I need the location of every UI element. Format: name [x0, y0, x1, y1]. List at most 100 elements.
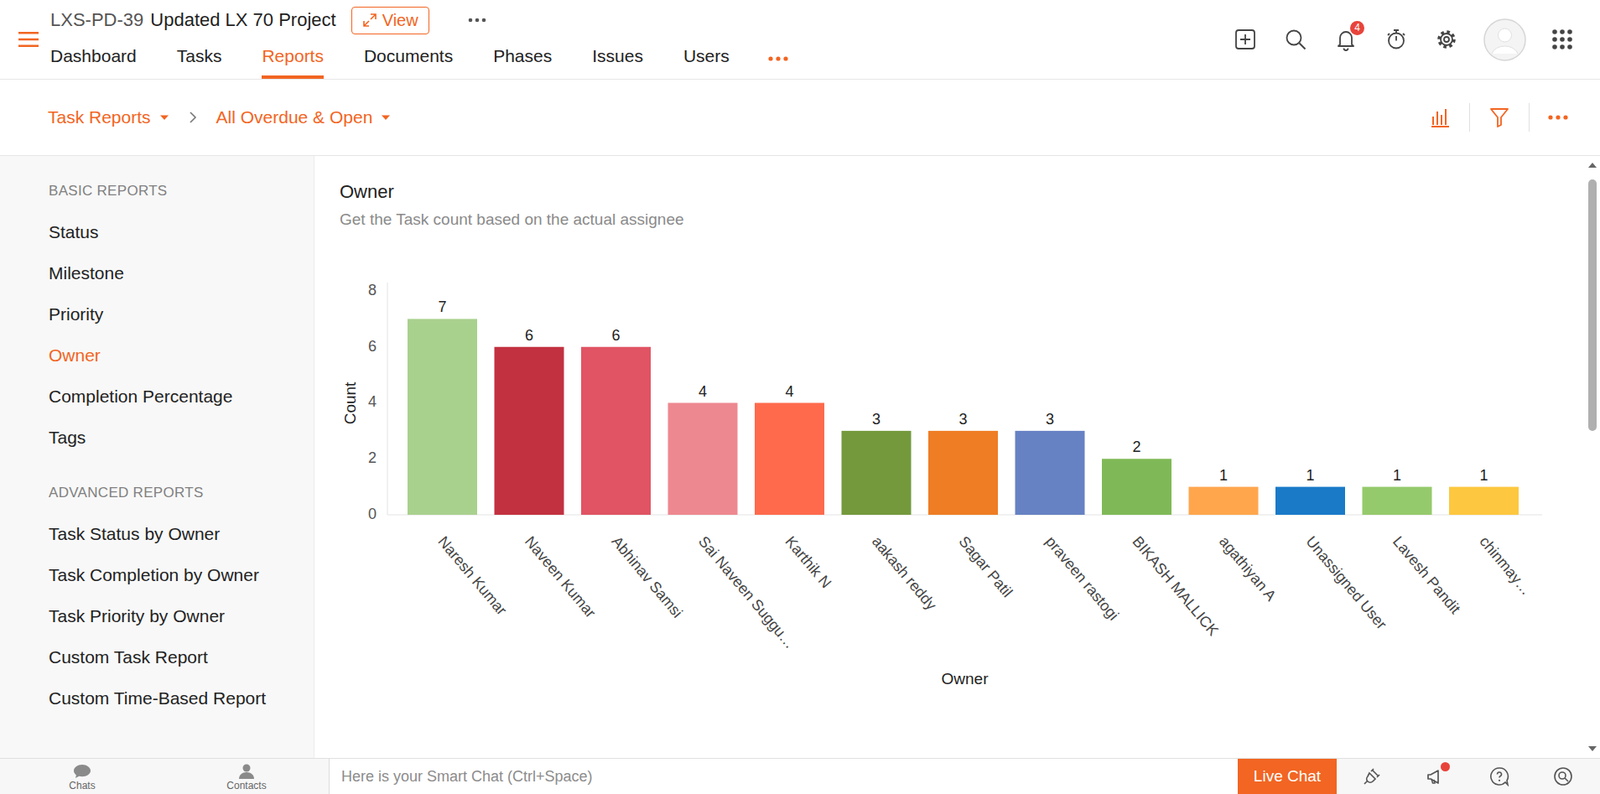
sidebar-section: BASIC REPORTS StatusMilestonePriorityOwn… [48, 181, 297, 458]
x-tick: aakash reddy [868, 533, 941, 614]
sidebar-item[interactable]: Task Status by Owner [48, 513, 297, 555]
bottom-bar: Chats Contacts Live Chat [0, 758, 1600, 794]
bar[interactable] [1449, 487, 1519, 515]
x-tick: Abhinav Samsi [607, 533, 686, 622]
scroll-thumb[interactable] [1588, 179, 1597, 432]
more-dots-icon [1548, 114, 1569, 120]
live-chat-button[interactable]: Live Chat [1237, 758, 1337, 794]
scroll-track[interactable] [1588, 172, 1597, 742]
scroll-up-icon[interactable] [1587, 161, 1598, 170]
unread-dot [1440, 762, 1450, 772]
bar[interactable] [1362, 487, 1433, 515]
apps-button[interactable] [1549, 26, 1575, 52]
nav-tab[interactable]: Users [683, 38, 730, 79]
plus-square-icon [1233, 27, 1258, 52]
bar[interactable] [407, 318, 478, 515]
sidebar-item[interactable]: Tags [48, 416, 297, 458]
bar[interactable] [668, 403, 738, 516]
search-button[interactable] [1282, 25, 1310, 53]
announcements-button[interactable] [1423, 764, 1448, 789]
sidebar-item[interactable]: Custom Time-Based Report [48, 677, 297, 719]
sidebar-item[interactable]: Status [48, 211, 297, 253]
x-tick: Unassigned User [1302, 533, 1390, 634]
sidebar-item[interactable]: Task Completion by Owner [48, 554, 297, 596]
separator [1528, 103, 1530, 132]
bar[interactable] [1101, 458, 1172, 515]
add-button[interactable] [1231, 25, 1259, 53]
chart-panel: Owner Get the Task count based on the ac… [314, 155, 1587, 759]
sidebar-item[interactable]: Owner [48, 334, 297, 376]
chat-search-button[interactable] [1551, 764, 1575, 789]
x-tick: Lavesh Pandit [1389, 533, 1465, 618]
filter-button[interactable] [1486, 104, 1512, 130]
report-type-dropdown[interactable]: Task Reports [47, 103, 170, 131]
scrollbar[interactable] [1586, 155, 1599, 759]
expand-icon [362, 12, 378, 28]
chart-type-button[interactable] [1427, 104, 1453, 130]
sidebar-item[interactable]: Completion Percentage [48, 375, 297, 417]
bar[interactable] [841, 431, 912, 515]
bar[interactable] [928, 431, 998, 515]
menu-button[interactable] [15, 0, 42, 79]
nav-tab[interactable]: Tasks [176, 38, 223, 79]
gear-icon [1434, 27, 1459, 52]
bar[interactable] [1015, 431, 1086, 515]
project-header: LXS-PD-39 Updated LX 70 Project View Das… [50, 0, 1232, 79]
more-dots-icon [768, 56, 789, 62]
chat-search-icon [1553, 766, 1574, 787]
project-code: LXS-PD-39 [50, 9, 144, 32]
x-tick: Sagar Patil [955, 533, 1016, 601]
nav-tab[interactable]: Dashboard [50, 38, 137, 79]
nav-more-button[interactable] [763, 38, 794, 79]
nav-tab[interactable]: Reports [261, 38, 324, 79]
sidebar-item[interactable]: Task Priority by Owner [48, 595, 297, 637]
breadcrumb: Task Reports All Overdue & Open [47, 103, 391, 131]
x-tick: BIKASH MALLICK [1128, 533, 1221, 639]
main-area: BASIC REPORTS StatusMilestonePriorityOwn… [0, 155, 1600, 759]
project-name[interactable]: Updated LX 70 Project [150, 9, 336, 32]
chevron-right-icon [187, 109, 198, 125]
sidebar-section-title: ADVANCED REPORTS [48, 483, 297, 504]
view-button[interactable]: View [351, 6, 430, 35]
user-avatar[interactable] [1483, 18, 1527, 62]
sidebar-item[interactable]: Custom Task Report [48, 636, 297, 678]
bottom-actions [1336, 758, 1600, 794]
sidebar-item[interactable]: Priority [48, 293, 297, 335]
smart-chat-input[interactable] [328, 758, 1238, 794]
bar-value: 3 [1045, 410, 1055, 428]
separator [1469, 103, 1471, 132]
plug-icon [1361, 766, 1382, 787]
chats-button[interactable]: Chats [0, 758, 165, 794]
x-tick: agathiyan A [1215, 533, 1280, 605]
bar[interactable] [1189, 487, 1259, 515]
sidebar-section: ADVANCED REPORTS Task Status by OwnerTas… [48, 483, 297, 719]
bar-value: 1 [1479, 467, 1488, 484]
nav-tab[interactable]: Documents [363, 38, 453, 79]
bar-value: 4 [784, 383, 794, 400]
user-avatar-icon [1483, 18, 1527, 62]
bar[interactable] [494, 347, 565, 515]
project-more-button[interactable] [462, 12, 492, 28]
notifications-button[interactable]: 4 [1332, 25, 1360, 53]
contacts-button[interactable]: Contacts [164, 758, 329, 794]
bar-value: 7 [437, 298, 447, 316]
integrations-button[interactable] [1360, 764, 1384, 789]
bar[interactable] [581, 347, 651, 515]
hamburger-icon[interactable] [18, 31, 39, 48]
apps-grid-icon [1551, 28, 1574, 51]
nav-tab[interactable]: Issues [592, 38, 644, 79]
report-more-button[interactable] [1546, 113, 1570, 122]
help-button[interactable] [1487, 764, 1512, 789]
nav-tab[interactable]: Phases [493, 38, 552, 79]
sidebar-item[interactable]: Milestone [48, 252, 297, 294]
filter-dropdown[interactable]: All Overdue & Open [216, 103, 392, 131]
timer-button[interactable] [1382, 25, 1410, 53]
settings-button[interactable] [1433, 25, 1460, 53]
bar[interactable] [1275, 487, 1346, 515]
y-tick: 6 [368, 337, 377, 355]
scroll-down-icon[interactable] [1587, 744, 1598, 754]
breadcrumb-bar: Task Reports All Overdue & Open [0, 79, 1600, 156]
bar-chart: Count024687Naresh Kumar6Naveen Kumar6Abh… [339, 269, 1548, 706]
report-actions [1427, 103, 1570, 132]
bar[interactable] [754, 403, 825, 516]
